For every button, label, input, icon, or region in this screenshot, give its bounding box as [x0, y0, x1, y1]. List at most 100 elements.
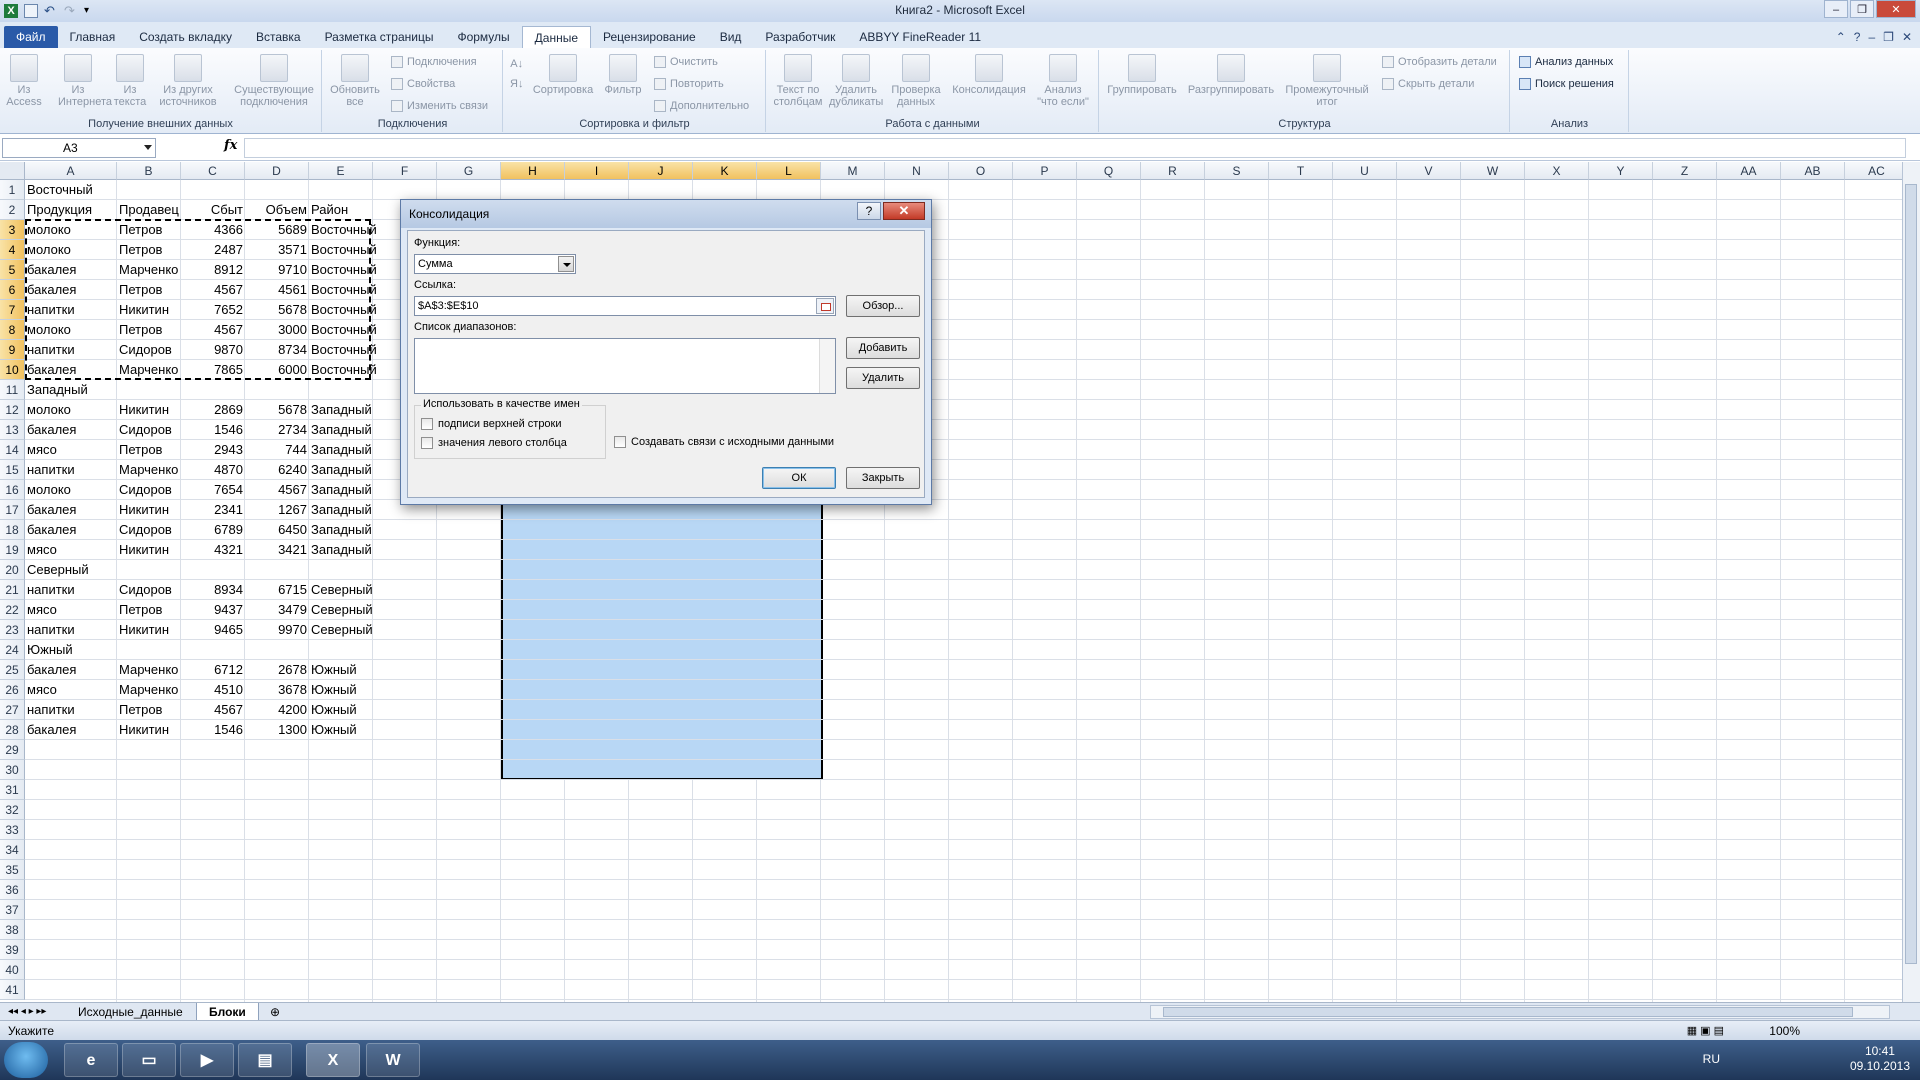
cell[interactable]: Южный — [309, 720, 403, 740]
row-header[interactable]: 40 — [0, 960, 25, 980]
doc-restore-icon[interactable]: ❐ — [1883, 30, 1894, 44]
cell[interactable]: Сидоров — [117, 520, 181, 540]
column-header[interactable]: M — [821, 162, 885, 180]
cell[interactable]: бакалея — [25, 660, 117, 680]
cell[interactable]: 9710 — [245, 260, 309, 280]
vertical-scrollbar[interactable] — [1902, 162, 1920, 1002]
cell[interactable]: Петров — [117, 220, 181, 240]
excel-icon[interactable]: X — [4, 4, 18, 18]
cell[interactable]: Марченко — [117, 360, 181, 380]
ribbon-tab[interactable]: Разработчик — [753, 26, 847, 48]
cell[interactable]: 3479 — [245, 600, 309, 620]
cell[interactable]: 1267 — [245, 500, 309, 520]
ribbon-tab[interactable]: Формулы — [445, 26, 521, 48]
worksheet-grid[interactable]: A B C D E F G H I J K L M N O P Q R S T U V W X Y Z AA AB AC 1 Восточн… — [0, 162, 1902, 1002]
cell[interactable]: 5678 — [245, 300, 309, 320]
remove-duplicates-button[interactable]: Удалить дубликаты — [829, 54, 883, 108]
filter-button[interactable]: Фильтр — [602, 54, 644, 96]
cell[interactable]: 4510 — [181, 680, 245, 700]
column-header[interactable]: P — [1013, 162, 1077, 180]
cell[interactable]: Западный — [25, 380, 117, 400]
row-header[interactable]: 19 — [0, 540, 25, 560]
close-window-button[interactable]: ✕ — [1876, 0, 1916, 18]
cell[interactable]: бакалея — [25, 420, 117, 440]
row-header[interactable]: 21 — [0, 580, 25, 600]
cell[interactable]: 3421 — [245, 540, 309, 560]
cell[interactable]: Петров — [117, 240, 181, 260]
cell[interactable]: Продавец — [117, 200, 181, 220]
row-header[interactable]: 2 — [0, 200, 25, 220]
row-header[interactable]: 28 — [0, 720, 25, 740]
ok-button[interactable]: ОК — [762, 467, 836, 489]
group-button[interactable]: Группировать — [1104, 54, 1180, 96]
refresh-all-button[interactable]: Обновить все — [327, 54, 383, 108]
cell[interactable]: напитки — [25, 700, 117, 720]
cell[interactable]: 2869 — [181, 400, 245, 420]
ribbon-tab[interactable]: Рецензирование — [591, 26, 708, 48]
ribbon-tab[interactable]: Вид — [708, 26, 754, 48]
what-if-button[interactable]: Анализ "что если" — [1033, 54, 1093, 108]
collapse-dialog-icon[interactable] — [816, 298, 834, 314]
excel-taskbar-icon[interactable]: X — [306, 1043, 360, 1077]
cell[interactable]: Район — [309, 200, 403, 220]
cell[interactable]: молоко — [25, 220, 117, 240]
row-header[interactable]: 1 — [0, 180, 25, 200]
browse-button[interactable]: Обзор... — [846, 295, 920, 317]
cell[interactable]: Восточный — [309, 280, 403, 300]
column-header[interactable]: H — [501, 162, 565, 180]
row-header[interactable]: 32 — [0, 800, 25, 820]
from-web-button[interactable]: Из Интернета — [58, 54, 112, 108]
cell[interactable]: 7654 — [181, 480, 245, 500]
column-header[interactable]: Q — [1077, 162, 1141, 180]
cell[interactable]: молоко — [25, 240, 117, 260]
cell[interactable]: Южный — [309, 660, 403, 680]
cell[interactable]: Петров — [117, 440, 181, 460]
column-header[interactable]: J — [629, 162, 693, 180]
data-analysis-button[interactable]: Анализ данных — [1519, 56, 1613, 68]
row-header[interactable]: 22 — [0, 600, 25, 620]
row-header[interactable]: 30 — [0, 760, 25, 780]
sheet-nav-icons[interactable]: ◂◂ ◂ ▸ ▸▸ — [4, 1003, 50, 1021]
horizontal-scrollbar[interactable] — [1150, 1005, 1890, 1019]
row-header[interactable]: 33 — [0, 820, 25, 840]
dialog-close-button[interactable]: ✕ — [883, 202, 925, 220]
close-dialog-button[interactable]: Закрыть — [846, 467, 920, 489]
from-text-button[interactable]: Из текста — [112, 54, 148, 108]
column-header[interactable]: I — [565, 162, 629, 180]
column-header[interactable]: W — [1461, 162, 1525, 180]
cell[interactable]: Северный — [25, 560, 117, 580]
cell[interactable]: 2678 — [245, 660, 309, 680]
cell[interactable]: 9437 — [181, 600, 245, 620]
function-select[interactable]: Сумма — [414, 254, 576, 274]
cell[interactable]: 4567 — [181, 700, 245, 720]
row-header[interactable]: 16 — [0, 480, 25, 500]
row-header[interactable]: 9 — [0, 340, 25, 360]
ribbon-tab[interactable]: Файл — [4, 26, 58, 48]
minimize-button[interactable]: – — [1824, 0, 1848, 18]
cell[interactable]: 5678 — [245, 400, 309, 420]
cell[interactable]: бакалея — [25, 360, 117, 380]
ribbon-tab[interactable]: Главная — [58, 26, 128, 48]
cell[interactable]: Западный — [309, 520, 403, 540]
column-header[interactable]: K — [693, 162, 757, 180]
cell[interactable]: молоко — [25, 480, 117, 500]
column-header[interactable]: R — [1141, 162, 1205, 180]
cell[interactable]: Никитин — [117, 300, 181, 320]
cell[interactable]: Никитин — [117, 620, 181, 640]
cell[interactable]: 6000 — [245, 360, 309, 380]
cell[interactable]: Восточный — [309, 340, 403, 360]
cell[interactable]: молоко — [25, 400, 117, 420]
ranges-list[interactable] — [414, 338, 836, 394]
cell[interactable]: 4567 — [245, 480, 309, 500]
cell[interactable]: 9465 — [181, 620, 245, 640]
reference-input[interactable]: $A$3:$E$10 — [414, 296, 836, 316]
ribbon-tab[interactable]: Создать вкладку — [127, 26, 244, 48]
cell[interactable]: 2341 — [181, 500, 245, 520]
chevron-down-icon[interactable] — [558, 256, 574, 272]
cell[interactable]: напитки — [25, 340, 117, 360]
cell[interactable]: 8934 — [181, 580, 245, 600]
row-header[interactable]: 29 — [0, 740, 25, 760]
vertical-scroll-thumb[interactable] — [1905, 184, 1917, 964]
cell[interactable]: Западный — [309, 460, 403, 480]
ribbon-tab[interactable]: ABBYY FineReader 11 — [847, 26, 993, 48]
